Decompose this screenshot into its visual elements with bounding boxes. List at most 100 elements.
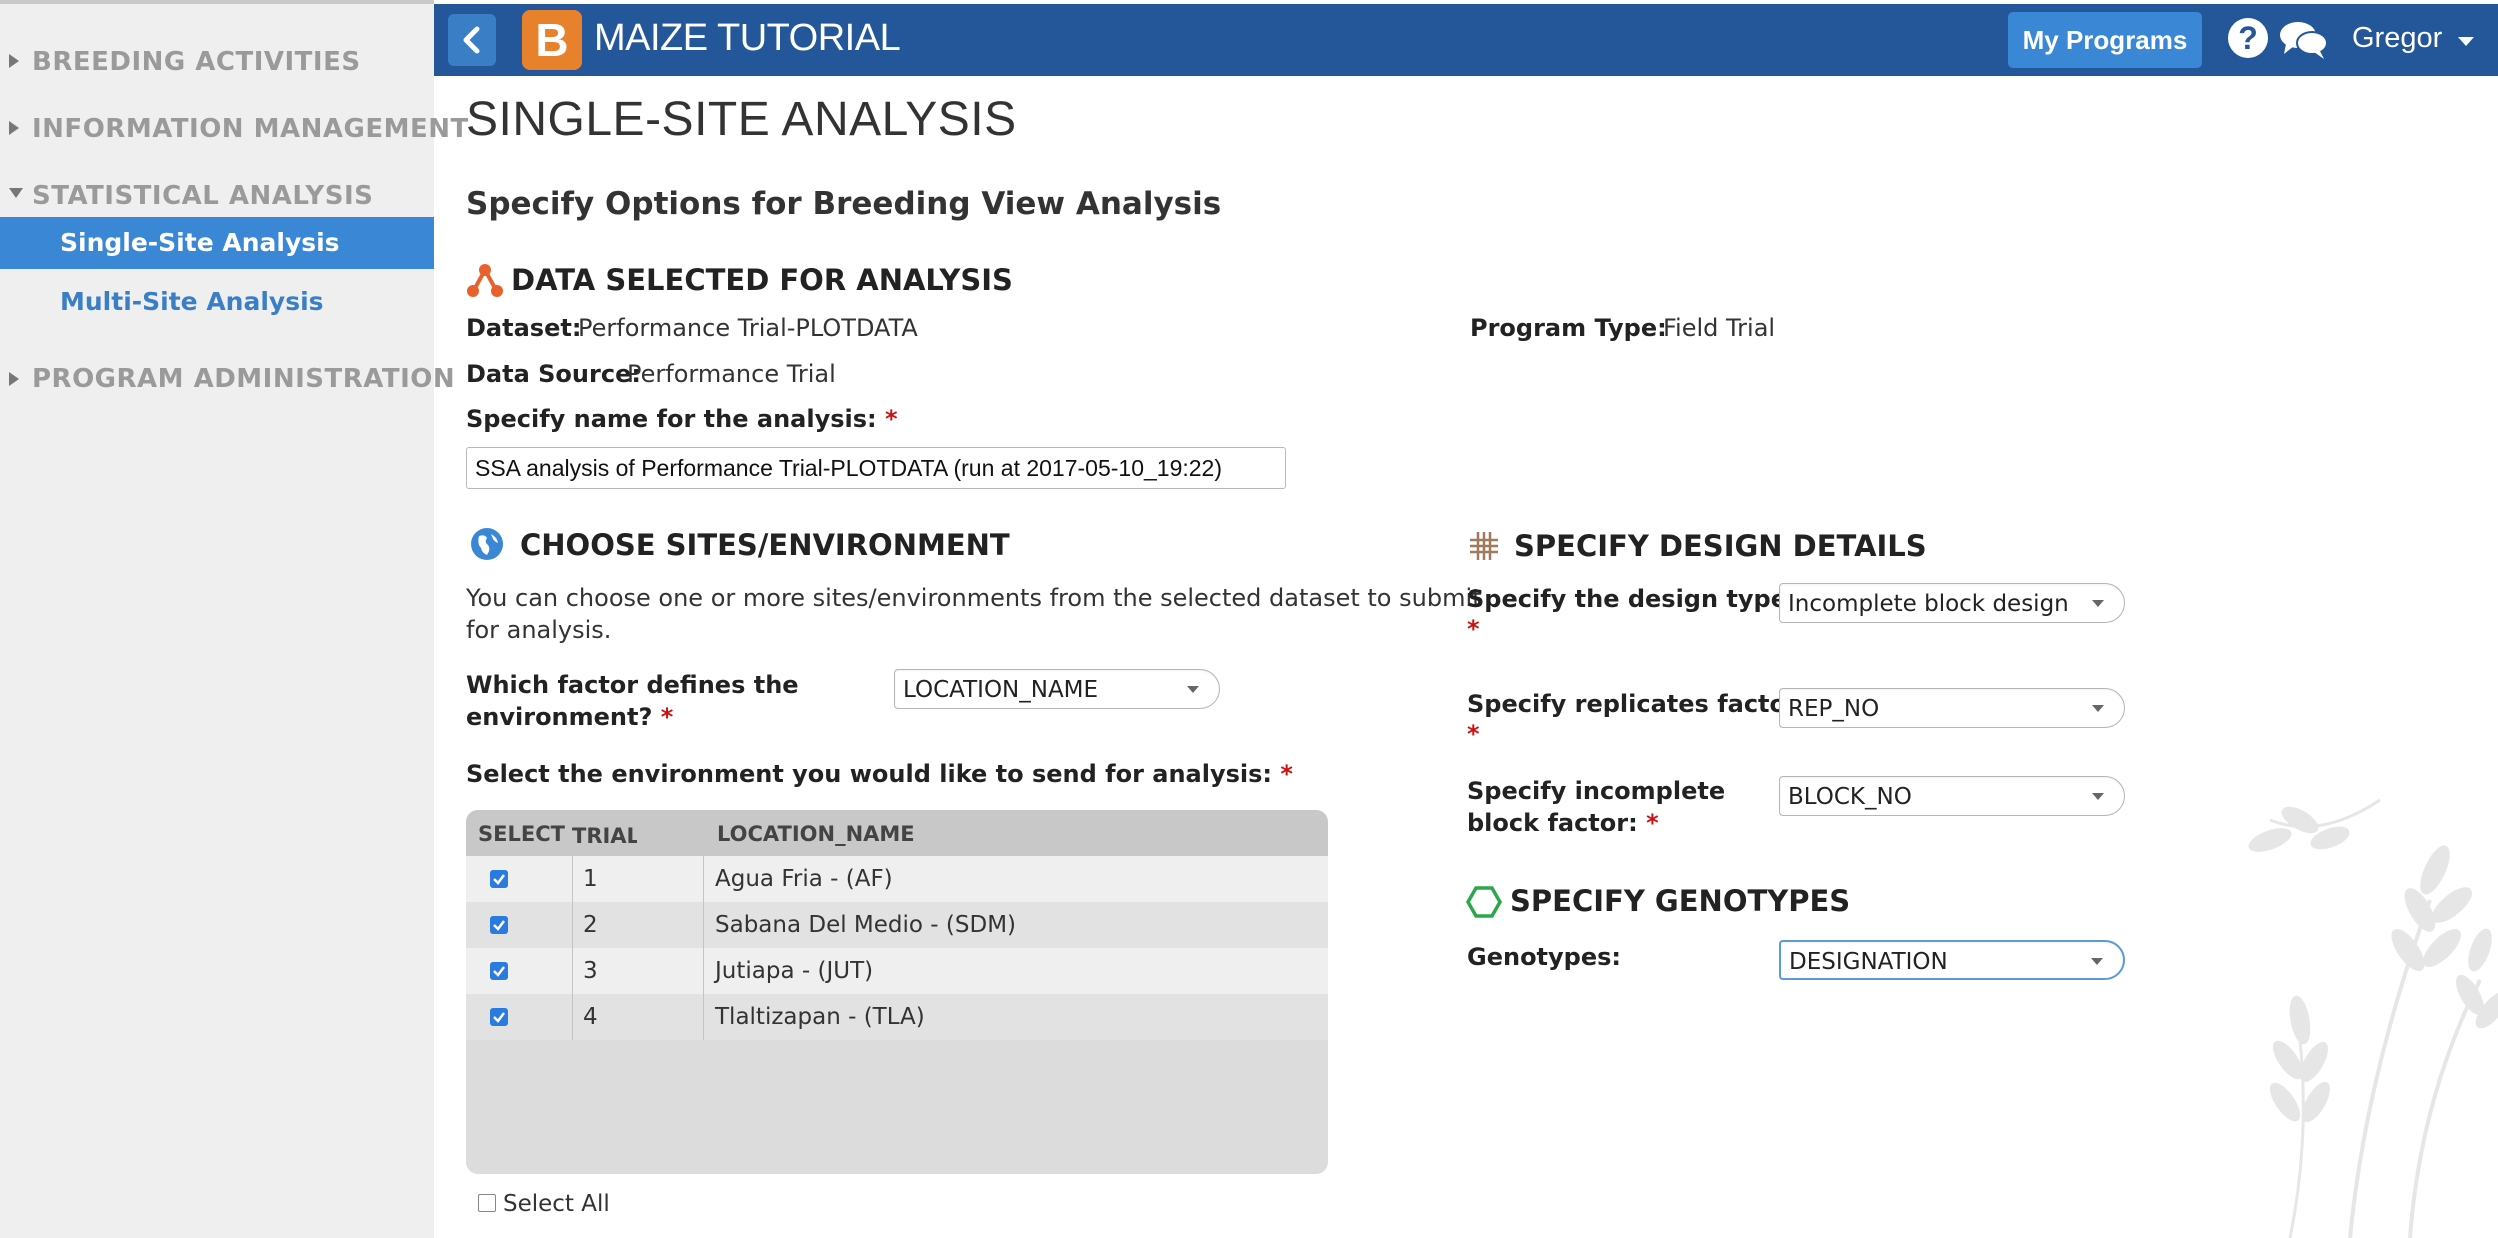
app-logo: B [522, 10, 582, 70]
environment-factor-label-line2: environment? * [466, 703, 673, 731]
column-header-select[interactable]: SELECT [478, 822, 565, 846]
nav-group-label[interactable]: STATISTICAL ANALYSIS [32, 181, 373, 211]
sites-description-line2: for analysis. [466, 616, 612, 644]
environment-table: SELECT TRIAL_INST LOCATION_NAME 1 Agua F… [466, 810, 1328, 1174]
required-mark: * [1467, 615, 1480, 643]
program-type-value: Field Trial [1663, 314, 1776, 342]
caret-down-icon [2092, 600, 2104, 607]
location-cell: Jutiapa - (JUT) [715, 958, 874, 984]
analysis-name-input[interactable]: SSA analysis of Performance Trial-PLOTDA… [466, 447, 1286, 489]
location-cell: Sabana Del Medio - (SDM) [715, 912, 1017, 938]
column-divider [572, 948, 573, 994]
data-section-heading: DATA SELECTED FOR ANALYSIS [511, 263, 1013, 297]
table-row[interactable]: 1 Agua Fria - (AF) [466, 856, 1328, 902]
row-checkbox[interactable] [490, 870, 508, 888]
logo-letter: B [535, 14, 569, 66]
design-type-value: Incomplete block design [1788, 591, 2069, 617]
table-row[interactable]: 4 Tlaltizapan - (TLA) [466, 994, 1328, 1040]
checkmark-icon [493, 966, 505, 977]
globe-icon [471, 528, 503, 560]
expand-arrow-icon [9, 372, 19, 386]
expand-arrow-icon [9, 121, 19, 135]
row-checkbox[interactable] [490, 962, 508, 980]
sidebar-item-single-site-analysis[interactable]: Single-Site Analysis [0, 217, 434, 269]
environment-factor-label-text: environment? [466, 703, 653, 731]
caret-down-icon [1187, 686, 1199, 693]
my-programs-button[interactable]: My Programs [2008, 12, 2202, 68]
replicates-label: Specify replicates factor: [1467, 690, 1808, 718]
wheat-watermark [2248, 798, 2498, 1238]
grid-icon [1470, 532, 1498, 560]
page-title: SINGLE-SITE ANALYSIS [466, 93, 1017, 146]
select-environment-label-text: Select the environment you would like to… [466, 760, 1273, 788]
genotypes-value: DESIGNATION [1789, 949, 1948, 975]
caret-down-icon[interactable] [2458, 37, 2474, 46]
table-row[interactable]: 2 Sabana Del Medio - (SDM) [466, 902, 1328, 948]
block-factor-value: BLOCK_NO [1788, 784, 1912, 810]
environment-factor-select[interactable]: LOCATION_NAME [894, 669, 1220, 709]
design-type-select[interactable]: Incomplete block design [1779, 583, 2125, 623]
row-checkbox[interactable] [490, 916, 508, 934]
column-divider [572, 856, 573, 902]
select-all-label[interactable]: Select All [503, 1191, 610, 1217]
column-divider [572, 902, 573, 948]
back-button[interactable] [448, 14, 496, 66]
select-all-checkbox[interactable] [478, 1194, 496, 1212]
required-mark: * [1280, 760, 1293, 788]
trial-cell: 1 [583, 866, 598, 892]
nav-group-label[interactable]: INFORMATION MANAGEMENT [32, 114, 469, 144]
caret-down-icon [2091, 958, 2103, 965]
help-icon[interactable]: ? [2228, 18, 2268, 58]
column-header-location[interactable]: LOCATION_NAME [717, 822, 915, 846]
column-divider [572, 994, 573, 1040]
design-section-heading: SPECIFY DESIGN DETAILS [1514, 529, 1927, 563]
dataset-value: Performance Trial-PLOTDATA [578, 314, 918, 342]
analysis-name-label: Specify name for the analysis: * [466, 405, 898, 433]
dataset-icon [467, 264, 503, 297]
replicates-value: REP_NO [1788, 696, 1880, 722]
select-environment-label: Select the environment you would like to… [466, 760, 1293, 788]
column-divider [703, 856, 704, 902]
column-divider [703, 902, 704, 948]
sidebar-item-multi-site-analysis[interactable]: Multi-Site Analysis [0, 276, 434, 328]
location-cell: Tlaltizapan - (TLA) [715, 1004, 925, 1030]
genotypes-select[interactable]: DESIGNATION [1779, 940, 2125, 980]
collapse-arrow-icon [9, 188, 23, 198]
data-source-value: Performance Trial [627, 360, 836, 388]
program-type-label: Program Type: [1470, 314, 1667, 342]
column-header-trial-wrap: TRIAL_INST [572, 824, 637, 848]
trial-cell: 2 [583, 912, 598, 938]
table-header: SELECT TRIAL_INST LOCATION_NAME [466, 810, 1328, 856]
replicates-select[interactable]: REP_NO [1779, 688, 2125, 728]
design-type-label: Specify the design type: [1467, 585, 1797, 613]
trial-cell: 3 [583, 958, 598, 984]
column-divider [703, 948, 704, 994]
sidebar: BREEDING ACTIVITIES INFORMATION MANAGEME… [0, 0, 468, 1238]
chevron-left-icon [463, 26, 480, 54]
caret-down-icon [2092, 793, 2104, 800]
row-checkbox[interactable] [490, 1008, 508, 1026]
checkmark-icon [493, 1012, 505, 1023]
environment-factor-value: LOCATION_NAME [903, 677, 1099, 703]
trial-cell: 4 [583, 1004, 598, 1030]
sites-section-heading: CHOOSE SITES/ENVIRONMENT [520, 528, 1010, 562]
nav-group-label[interactable]: PROGRAM ADMINISTRATION [32, 364, 455, 394]
data-source-label: Data Source: [466, 360, 641, 388]
block-factor-label-line2: block factor: * [1467, 809, 1659, 837]
page-subtitle: Specify Options for Breeding View Analys… [466, 186, 1222, 222]
dataset-label: Dataset: [466, 314, 582, 342]
checkmark-icon [493, 920, 505, 931]
caret-down-icon [2092, 705, 2104, 712]
block-factor-select[interactable]: BLOCK_NO [1779, 776, 2125, 816]
user-menu[interactable]: Gregor [2352, 22, 2442, 55]
environment-factor-label-line1: Which factor defines the [466, 671, 799, 699]
column-header-trial[interactable]: TRIAL_INST [572, 824, 637, 848]
nav-group-label[interactable]: BREEDING ACTIVITIES [32, 47, 361, 77]
expand-arrow-icon [9, 54, 19, 68]
genotypes-label: Genotypes: [1467, 943, 1622, 971]
sites-description-line1: You can choose one or more sites/environ… [466, 584, 1482, 612]
column-divider [703, 994, 704, 1040]
required-mark: * [660, 703, 674, 731]
table-row[interactable]: 3 Jutiapa - (JUT) [466, 948, 1328, 994]
chat-icon[interactable] [2278, 18, 2330, 62]
